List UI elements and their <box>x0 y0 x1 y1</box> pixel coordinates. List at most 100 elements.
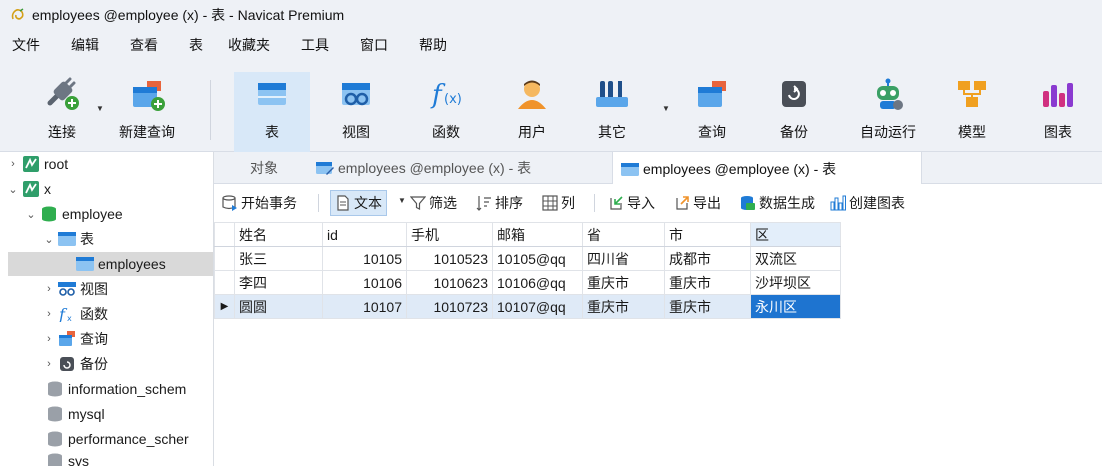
menu-edit[interactable]: 编辑 <box>49 30 108 60</box>
chevron-right-icon[interactable]: › <box>6 158 20 170</box>
table-cell[interactable]: 四川省 <box>582 246 665 271</box>
table-cell[interactable]: 双流区 <box>750 246 841 271</box>
current-row-indicator-icon[interactable]: ▶ <box>214 294 235 319</box>
menu-view[interactable]: 查看 <box>108 30 167 60</box>
tab-employees-data[interactable]: employees @employee (x) - 表 <box>612 152 922 185</box>
new-query-button[interactable]: 新建查询 <box>108 72 186 152</box>
connect-button[interactable]: 连接 <box>24 72 100 152</box>
user-button[interactable]: 用户 <box>494 72 570 152</box>
columns-button[interactable]: 列 <box>542 190 575 216</box>
begin-transaction-button[interactable]: 开始事务 <box>222 190 297 216</box>
chevron-down-icon[interactable]: ⌄ <box>6 183 20 196</box>
text-view-dropdown-arrow-icon[interactable]: ▼ <box>398 196 406 205</box>
table-icon <box>76 256 94 272</box>
tab-employees-design[interactable]: employees @employee (x) - 表 <box>308 152 610 184</box>
table-cell[interactable]: 李四 <box>234 270 323 295</box>
view-button[interactable]: 视图 <box>318 72 394 152</box>
tree-node-functions[interactable]: › fx 函数 <box>42 302 108 326</box>
table-cell[interactable]: 重庆市 <box>664 270 751 295</box>
transaction-icon <box>222 195 238 211</box>
table-cell[interactable]: 圆圆 <box>234 294 323 319</box>
chevron-right-icon[interactable]: › <box>42 283 56 295</box>
column-header-id[interactable]: id <box>322 222 407 247</box>
menu-table[interactable]: 表 <box>167 30 212 60</box>
column-header-district[interactable]: 区 <box>750 222 841 247</box>
automation-label: 自动运行 <box>860 124 916 140</box>
filter-button[interactable]: 筛选 <box>410 190 457 216</box>
tree-node-root[interactable]: › root <box>6 152 68 176</box>
chart-icon <box>830 195 846 211</box>
table-row-current[interactable]: ▶ 圆圆 10107 1010723 10107@qq 重庆市 重庆市 永川区 <box>214 294 841 319</box>
function-button[interactable]: f (x) 函数 <box>408 72 484 152</box>
table-cell[interactable]: 重庆市 <box>664 294 751 319</box>
ribbon-separator <box>210 80 211 140</box>
tree-node-tables[interactable]: ⌄ 表 <box>42 227 94 251</box>
menu-file[interactable]: 文件 <box>0 30 49 60</box>
column-header-city[interactable]: 市 <box>664 222 751 247</box>
data-generation-button[interactable]: 数据生成 <box>740 190 815 216</box>
query-icon <box>690 76 734 112</box>
table-cell[interactable]: 10106 <box>322 270 407 295</box>
backup-label: 备份 <box>780 124 808 140</box>
connect-dropdown-arrow-icon[interactable]: ▼ <box>96 104 104 113</box>
automation-button[interactable]: 自动运行 <box>846 72 930 152</box>
row-marker[interactable] <box>214 270 235 295</box>
tree-node-x[interactable]: ⌄ x <box>6 177 51 201</box>
table-cell[interactable]: 沙坪坝区 <box>750 270 841 295</box>
chevron-down-icon[interactable]: ⌄ <box>42 233 56 246</box>
create-chart-button[interactable]: 创建图表 <box>830 190 905 216</box>
table-cell[interactable]: 1010523 <box>406 246 493 271</box>
table-cell[interactable]: 1010623 <box>406 270 493 295</box>
chevron-right-icon[interactable]: › <box>42 358 56 370</box>
table-button[interactable]: 表 <box>234 72 310 152</box>
table-cell-selected[interactable]: 永川区 <box>750 294 841 319</box>
model-button[interactable]: 模型 <box>934 72 1010 152</box>
text-view-button[interactable]: 文本 <box>330 190 387 216</box>
table-cell[interactable]: 成都市 <box>664 246 751 271</box>
tree-node-employees-table[interactable]: employees <box>8 252 213 276</box>
chart-button[interactable]: 图表 <box>1020 72 1096 152</box>
export-button[interactable]: 导出 <box>674 190 721 216</box>
other-button[interactable]: 其它 <box>574 72 650 152</box>
query-label: 查询 <box>698 124 726 140</box>
tree-node-performance-schema[interactable]: performance_scher <box>44 427 189 451</box>
table-cell[interactable]: 10107@qq <box>492 294 583 319</box>
table-cell[interactable]: 10106@qq <box>492 270 583 295</box>
column-header-name[interactable]: 姓名 <box>234 222 323 247</box>
chevron-right-icon[interactable]: › <box>42 308 56 320</box>
tree-node-backups[interactable]: › 备份 <box>42 352 108 376</box>
tree-node-views[interactable]: › 视图 <box>42 277 108 301</box>
menu-favorites[interactable]: 收藏夹 <box>212 30 279 60</box>
menu-window[interactable]: 窗口 <box>338 30 397 60</box>
table-cell[interactable]: 10105@qq <box>492 246 583 271</box>
tree-node-sys[interactable]: sys <box>44 449 89 466</box>
column-header-phone[interactable]: 手机 <box>406 222 493 247</box>
menu-tools[interactable]: 工具 <box>279 30 338 60</box>
table-cell[interactable]: 重庆市 <box>582 270 665 295</box>
column-header-email[interactable]: 邮箱 <box>492 222 583 247</box>
other-dropdown-arrow-icon[interactable]: ▼ <box>662 104 670 113</box>
table-cell[interactable]: 张三 <box>234 246 323 271</box>
table-cell[interactable]: 10107 <box>322 294 407 319</box>
tree-node-information-schema[interactable]: information_schem <box>44 377 186 401</box>
column-header-province[interactable]: 省 <box>582 222 665 247</box>
backup-button[interactable]: 备份 <box>756 72 832 152</box>
table-cell[interactable]: 重庆市 <box>582 294 665 319</box>
table-cell[interactable]: 1010723 <box>406 294 493 319</box>
table-cell[interactable]: 10105 <box>322 246 407 271</box>
sort-button[interactable]: 排序 <box>476 190 523 216</box>
import-button[interactable]: 导入 <box>608 190 655 216</box>
tree-node-mysql[interactable]: mysql <box>44 402 105 426</box>
row-marker[interactable] <box>214 246 235 271</box>
chevron-down-icon[interactable]: ⌄ <box>24 208 38 221</box>
tree-node-employee-db[interactable]: ⌄ employee <box>24 202 122 226</box>
query-button[interactable]: 查询 <box>674 72 750 152</box>
tree-node-queries[interactable]: › 查询 <box>42 327 108 351</box>
chevron-right-icon[interactable]: › <box>42 333 56 345</box>
tab-objects[interactable]: 对象 <box>222 152 306 184</box>
menu-help[interactable]: 帮助 <box>397 30 456 60</box>
tree-label: x <box>44 181 51 197</box>
table-row[interactable]: 张三 10105 1010523 10105@qq 四川省 成都市 双流区 <box>214 246 841 271</box>
tab-label: employees @employee (x) - 表 <box>643 160 837 177</box>
table-row[interactable]: 李四 10106 1010623 10106@qq 重庆市 重庆市 沙坪坝区 <box>214 270 841 295</box>
